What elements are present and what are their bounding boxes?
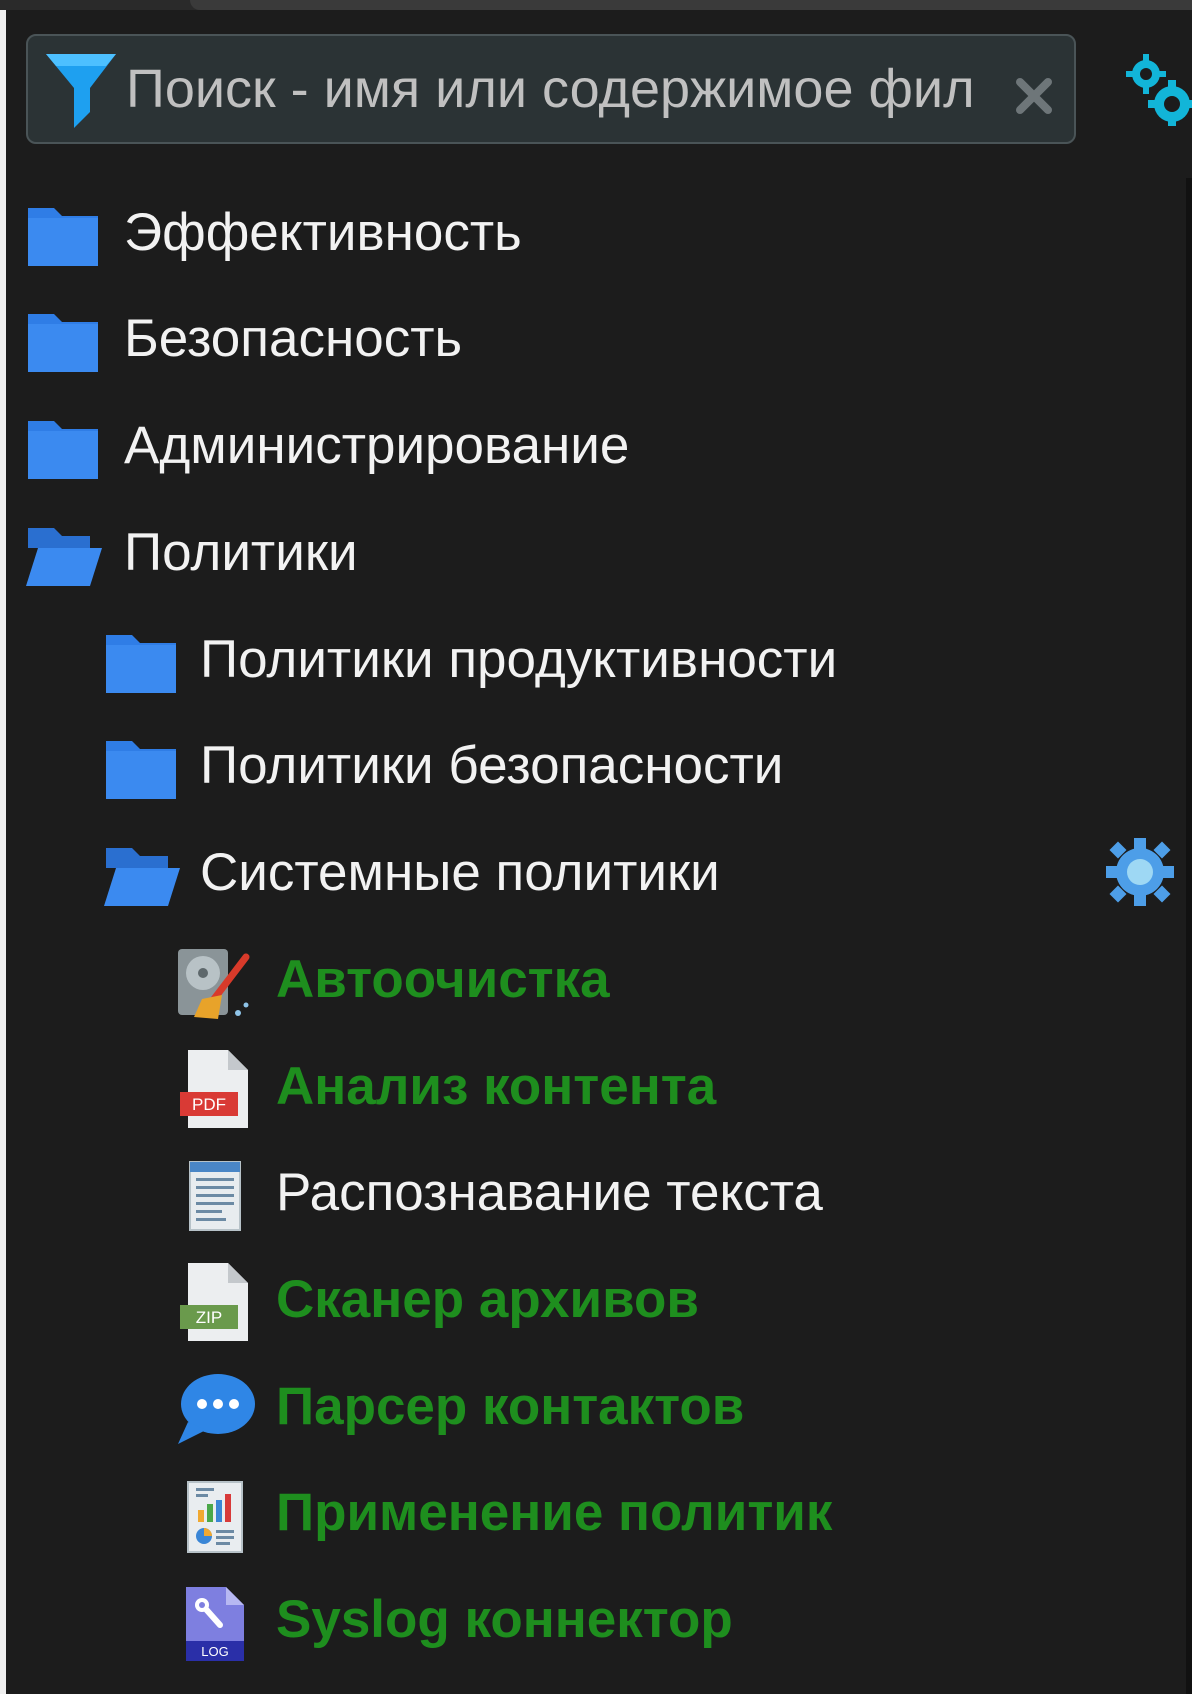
tree-item-text-recognition[interactable]: Распознавание текста: [176, 1150, 1086, 1240]
tree-item-policy-application[interactable]: Применение политик: [176, 1470, 1086, 1560]
tree-item-label: Syslog коннектор: [276, 1590, 733, 1649]
folder-icon: [28, 421, 98, 479]
zip-file-icon: ZIP: [180, 1263, 248, 1341]
tree-item-label: Распознавание текста: [276, 1163, 823, 1222]
scrollbar-track[interactable]: [1186, 178, 1192, 1694]
tree-item-content-analysis[interactable]: PDF Анализ контента: [176, 1044, 1086, 1134]
gear-icon[interactable]: [1104, 836, 1176, 908]
search-input[interactable]: [126, 56, 1006, 122]
tree-item-label: Сканер архивов: [276, 1270, 699, 1329]
tree-item-label: Эффективность: [124, 203, 522, 262]
pdf-file-icon: PDF: [180, 1050, 248, 1128]
tree-item-label: Политики безопасности: [200, 736, 784, 795]
folder-icon: [28, 208, 98, 266]
tree-item-efficiency[interactable]: Эффективность: [26, 190, 1086, 280]
close-icon[interactable]: [1014, 76, 1054, 116]
tree-item-syslog-connector[interactable]: LOG Syslog коннектор: [176, 1577, 1086, 1667]
tree-item-label: Администрирование: [124, 416, 630, 475]
tree-item-label: Автоочистка: [276, 950, 610, 1009]
gears-icon[interactable]: [1126, 54, 1192, 126]
disk-cleanup-icon: [178, 949, 250, 1019]
filter-icon[interactable]: [44, 52, 118, 130]
tree-item-policies[interactable]: Политики: [26, 510, 1086, 600]
tree-item-contact-parser[interactable]: Парсер контактов: [176, 1364, 1086, 1454]
report-chart-icon: [187, 1481, 243, 1553]
pdf-badge-text: PDF: [192, 1095, 226, 1114]
tree-item-security-policies[interactable]: Политики безопасности: [104, 723, 1086, 813]
tree-item-label: Парсер контактов: [276, 1377, 745, 1436]
zip-badge-text: ZIP: [196, 1308, 222, 1327]
tree-item-label: Политики: [124, 523, 358, 582]
tree-item-administration[interactable]: Администрирование: [26, 403, 1086, 493]
folder-open-icon: [104, 848, 180, 906]
tree-item-archive-scanner[interactable]: ZIP Сканер архивов: [176, 1257, 1086, 1347]
tree-item-auto-cleanup[interactable]: Автоочистка: [176, 937, 1086, 1027]
top-edge: [0, 0, 1192, 10]
search-box: [26, 34, 1076, 144]
log-file-icon: LOG: [186, 1587, 244, 1661]
folder-icon: [28, 314, 98, 372]
tree-item-label: Политики продуктивности: [200, 630, 838, 689]
tree-item-security[interactable]: Безопасность: [26, 296, 1086, 386]
top-edge-tab: [190, 0, 1192, 10]
folder-icon: [106, 635, 176, 693]
tree-item-label: Анализ контента: [276, 1057, 717, 1116]
chat-bubble-icon: [178, 1374, 255, 1444]
log-badge-text: LOG: [201, 1644, 228, 1659]
folder-open-icon: [26, 528, 102, 586]
folder-icon: [106, 741, 176, 799]
text-document-icon: [189, 1161, 241, 1231]
tree-item-label: Применение политик: [276, 1483, 833, 1542]
tree-item-productivity-policies[interactable]: Политики продуктивности: [104, 617, 1086, 707]
tree-item-system-policies[interactable]: Системные политики: [104, 830, 1086, 920]
tree-item-label: Системные политики: [200, 843, 720, 902]
tree-item-label: Безопасность: [124, 309, 463, 368]
